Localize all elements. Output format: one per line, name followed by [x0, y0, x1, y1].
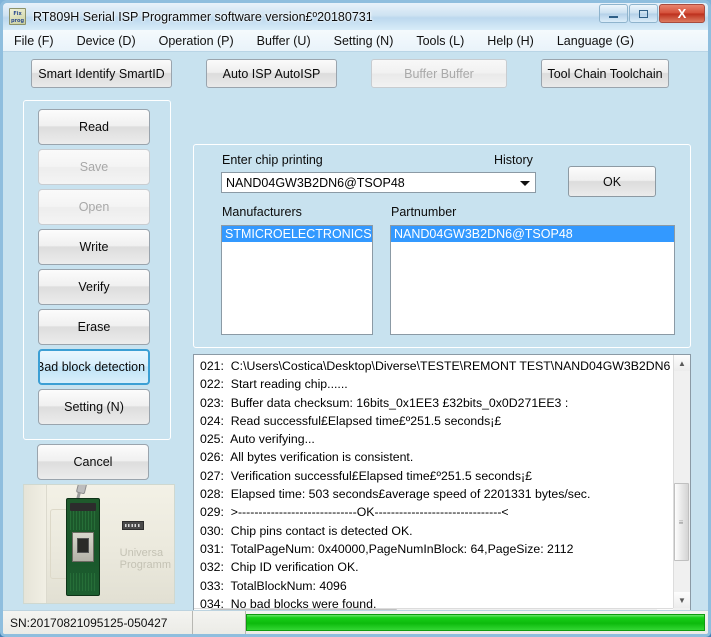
photo-watermark: Universa Programm [120, 547, 171, 571]
status-spacer-cell [193, 611, 246, 634]
pin-header [122, 521, 144, 530]
tsop-socket [72, 532, 94, 562]
scroll-up-icon[interactable]: ▲ [674, 355, 690, 371]
tool-chain-button[interactable]: Tool Chain Toolchain [541, 59, 669, 88]
bad-block-detection-button[interactable]: Bad block detection I [38, 349, 150, 385]
menu-file[interactable]: File (F) [12, 33, 56, 49]
chip-search-value: NAND04GW3B2DN6@TSOP48 [226, 175, 405, 190]
menu-help[interactable]: Help (H) [485, 33, 536, 49]
minimize-button[interactable] [599, 4, 628, 23]
auto-isp-button[interactable]: Auto ISP AutoISP [206, 59, 337, 88]
partnumber-listbox[interactable]: NAND04GW3B2DN6@TSOP48 [390, 225, 675, 335]
close-button[interactable]: X [659, 4, 705, 23]
log-line: 026: All bytes verification is consisten… [200, 450, 414, 465]
log-line: 022: Start reading chip...... [200, 377, 348, 392]
list-item[interactable]: STMICROELECTRONICS [222, 226, 372, 242]
read-button[interactable]: Read [38, 109, 150, 145]
serial-number-status: SN:20170821095125-050427 [3, 611, 193, 634]
progress-bar [246, 614, 705, 631]
partnumber-label: Partnumber [391, 205, 457, 219]
status-bar: SN:20170821095125-050427 [3, 610, 708, 634]
buffer-button: Buffer Buffer [371, 59, 507, 88]
vertical-scroll-thumb[interactable]: ≡ [674, 483, 689, 561]
app-window: Fix prog RT809H Serial ISP Programmer sof… [0, 0, 711, 637]
log-line: 034: No bad blocks were found. [200, 596, 377, 608]
progress-cell [246, 611, 708, 634]
client-area: Smart Identify SmartID Auto ISP AutoISP … [3, 52, 708, 634]
menu-tools[interactable]: Tools (L) [414, 33, 466, 49]
photo-watermark-line1: Universa [119, 547, 164, 559]
minimize-icon [609, 15, 618, 18]
chevron-down-icon[interactable] [520, 181, 530, 186]
log-line: 031: TotalPageNum: 0x40000,PageNumInBloc… [200, 541, 574, 556]
smart-identify-button[interactable]: Smart Identify SmartID [31, 59, 172, 88]
ok-button[interactable]: OK [568, 166, 656, 197]
manufacturers-listbox[interactable]: STMICROELECTRONICS [221, 225, 373, 335]
menu-language[interactable]: Language (G) [555, 33, 636, 49]
log-line: 029: >-----------------------------OK---… [200, 505, 509, 520]
socket-top [70, 503, 96, 511]
cancel-button[interactable]: Cancel [37, 444, 149, 480]
verify-button[interactable]: Verify [38, 269, 150, 305]
open-button: Open [38, 189, 150, 225]
fixprog-icon: Fix prog [9, 8, 26, 25]
log-line: 033: TotalBlockNum: 4096 [200, 578, 347, 593]
log-line: 032: Chip ID verification OK. [200, 560, 359, 575]
chip-selection-panel: Enter chip printing History NAND04GW3B2D… [193, 144, 691, 348]
menu-operation[interactable]: Operation (P) [157, 33, 236, 49]
write-button[interactable]: Write [38, 229, 150, 265]
menu-setting[interactable]: Setting (N) [332, 33, 396, 49]
log-line: 028: Elapsed time: 503 seconds£­average … [200, 487, 591, 502]
log-line: 021: C:\Users\Costica\Desktop\Diverse\TE… [200, 359, 673, 373]
log-output-panel[interactable]: 021: C:\Users\Costica\Desktop\Diverse\TE… [193, 354, 691, 626]
menu-device[interactable]: Device (D) [75, 33, 138, 49]
log-line: 023: Buffer data checksum: 16bits_0x1EE3… [200, 395, 569, 410]
enter-chip-printing-label: Enter chip printing [222, 153, 323, 167]
log-line: 025: Auto verifying... [200, 432, 315, 447]
maximize-icon [639, 9, 648, 18]
log-line: 027: Verification successful£­Elapsed ti… [200, 468, 532, 483]
maximize-button[interactable] [629, 4, 658, 23]
menu-bar: File (F) Device (D) Operation (P) Buffer… [3, 30, 708, 52]
chip-search-combobox[interactable]: NAND04GW3B2DN6@TSOP48 [221, 172, 536, 193]
manufacturers-label: Manufacturers [222, 205, 302, 219]
window-controls: X [599, 4, 705, 23]
scroll-down-icon[interactable]: ▼ [674, 592, 690, 608]
log-text-content: 021: C:\Users\Costica\Desktop\Diverse\TE… [194, 357, 673, 608]
setting-button[interactable]: Setting (N) [38, 389, 150, 425]
log-vertical-scrollbar[interactable]: ▲ ≡ ▼ [673, 355, 690, 608]
device-photo: Universa Programm [23, 484, 175, 604]
save-button: Save [38, 149, 150, 185]
photo-watermark-line2: Programm [119, 559, 171, 571]
operations-panel: Read Save Open Write Verify Erase Bad bl… [23, 100, 171, 440]
title-bar: Fix prog RT809H Serial ISP Programmer sof… [3, 3, 708, 30]
history-label: History [494, 153, 533, 167]
log-line: 024: Read successful£­Elapsed time£º251.… [200, 413, 502, 428]
list-item[interactable]: NAND04GW3B2DN6@TSOP48 [391, 226, 674, 242]
top-toolbar: Smart Identify SmartID Auto ISP AutoISP … [3, 52, 708, 94]
erase-button[interactable]: Erase [38, 309, 150, 345]
window-title: RT809H Serial ISP Programmer software ve… [33, 9, 373, 24]
log-line: 030: Chip pins contact is detected OK. [200, 523, 413, 538]
menu-buffer[interactable]: Buffer (U) [255, 33, 313, 49]
